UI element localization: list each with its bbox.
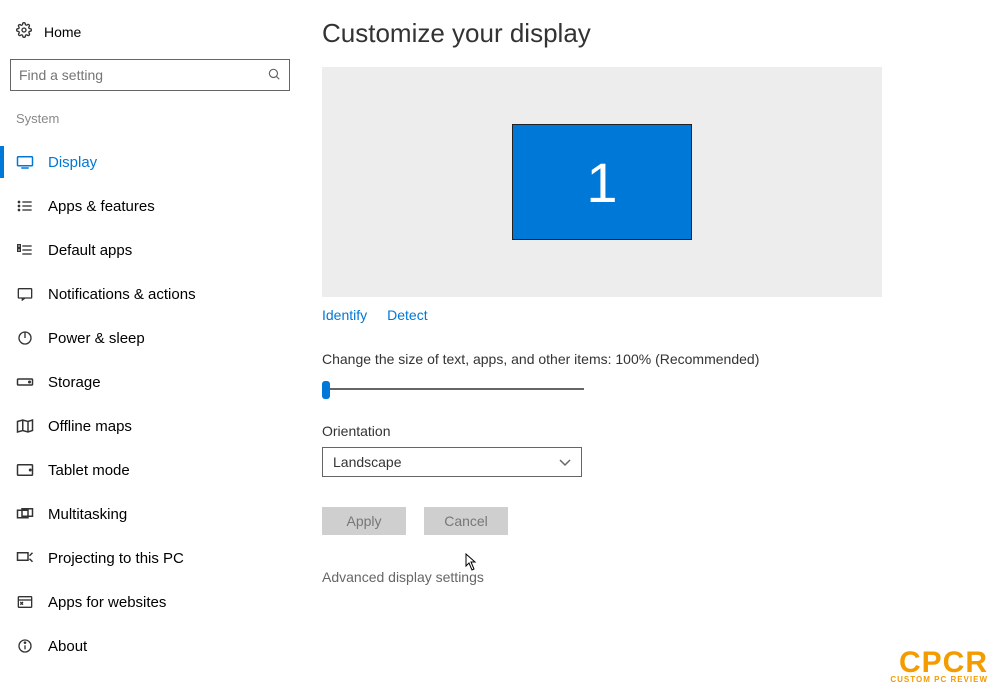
search-input[interactable] xyxy=(10,59,290,91)
chevron-down-icon xyxy=(559,454,571,470)
sidebar-item-tablet-mode[interactable]: Tablet mode xyxy=(10,448,290,492)
projecting-icon xyxy=(16,551,34,565)
slider-track xyxy=(326,388,584,390)
default-apps-icon xyxy=(16,243,34,257)
sidebar-item-display[interactable]: Display xyxy=(10,140,290,184)
search-icon xyxy=(267,67,281,84)
sidebar: Home System Display Apps & features xyxy=(0,0,300,692)
power-icon xyxy=(16,330,34,346)
slider-thumb[interactable] xyxy=(322,381,330,399)
sidebar-item-label: Apps for websites xyxy=(48,594,166,611)
scale-label: Change the size of text, apps, and other… xyxy=(322,351,940,367)
info-icon xyxy=(16,638,34,654)
watermark-logo: CPCR xyxy=(890,650,988,676)
apply-label: Apply xyxy=(346,513,381,529)
list-icon xyxy=(16,199,34,213)
watermark: CPCR CUSTOM PC REVIEW xyxy=(890,650,988,685)
map-icon xyxy=(16,418,34,434)
home-label: Home xyxy=(44,24,81,40)
main-panel: Customize your display 1 Identify Detect… xyxy=(300,0,1000,692)
monitor-1[interactable]: 1 xyxy=(512,124,692,240)
identify-link[interactable]: Identify xyxy=(322,307,367,323)
orientation-value: Landscape xyxy=(333,454,402,470)
sidebar-item-label: Offline maps xyxy=(48,418,132,435)
sidebar-item-about[interactable]: About xyxy=(10,624,290,668)
watermark-subtitle: CUSTOM PC REVIEW xyxy=(890,675,988,684)
apply-button: Apply xyxy=(322,507,406,535)
notifications-icon xyxy=(16,287,34,301)
gear-icon xyxy=(16,22,32,41)
sidebar-item-default-apps[interactable]: Default apps xyxy=(10,228,290,272)
sidebar-item-projecting[interactable]: Projecting to this PC xyxy=(10,536,290,580)
sidebar-item-label: Storage xyxy=(48,374,101,391)
section-label: System xyxy=(10,111,290,140)
search-field[interactable] xyxy=(19,67,267,83)
home-button[interactable]: Home xyxy=(10,22,290,59)
advanced-display-settings-link[interactable]: Advanced display settings xyxy=(322,569,484,585)
sidebar-item-label: About xyxy=(48,638,87,655)
sidebar-item-storage[interactable]: Storage xyxy=(10,360,290,404)
sidebar-item-label: Display xyxy=(48,154,97,171)
scale-slider[interactable] xyxy=(322,379,584,399)
apps-websites-icon xyxy=(16,595,34,609)
sidebar-item-label: Default apps xyxy=(48,242,132,259)
display-preview[interactable]: 1 xyxy=(322,67,882,297)
sidebar-item-notifications[interactable]: Notifications & actions xyxy=(10,272,290,316)
orientation-select[interactable]: Landscape xyxy=(322,447,582,477)
sidebar-item-label: Tablet mode xyxy=(48,462,130,479)
sidebar-item-label: Power & sleep xyxy=(48,330,145,347)
cancel-label: Cancel xyxy=(444,513,488,529)
orientation-label: Orientation xyxy=(322,423,940,439)
sidebar-item-multitasking[interactable]: Multitasking xyxy=(10,492,290,536)
monitor-number: 1 xyxy=(586,150,617,215)
detect-link[interactable]: Detect xyxy=(387,307,427,323)
page-title: Customize your display xyxy=(322,18,940,49)
sidebar-item-label: Multitasking xyxy=(48,506,127,523)
sidebar-item-label: Apps & features xyxy=(48,198,155,215)
sidebar-item-label: Notifications & actions xyxy=(48,286,196,303)
sidebar-item-power-sleep[interactable]: Power & sleep xyxy=(10,316,290,360)
multitasking-icon xyxy=(16,507,34,521)
storage-icon xyxy=(16,377,34,387)
sidebar-item-offline-maps[interactable]: Offline maps xyxy=(10,404,290,448)
sidebar-item-apps-websites[interactable]: Apps for websites xyxy=(10,580,290,624)
sidebar-item-apps-features[interactable]: Apps & features xyxy=(10,184,290,228)
cancel-button: Cancel xyxy=(424,507,508,535)
display-icon xyxy=(16,155,34,169)
tablet-icon xyxy=(16,463,34,477)
sidebar-item-label: Projecting to this PC xyxy=(48,550,184,567)
